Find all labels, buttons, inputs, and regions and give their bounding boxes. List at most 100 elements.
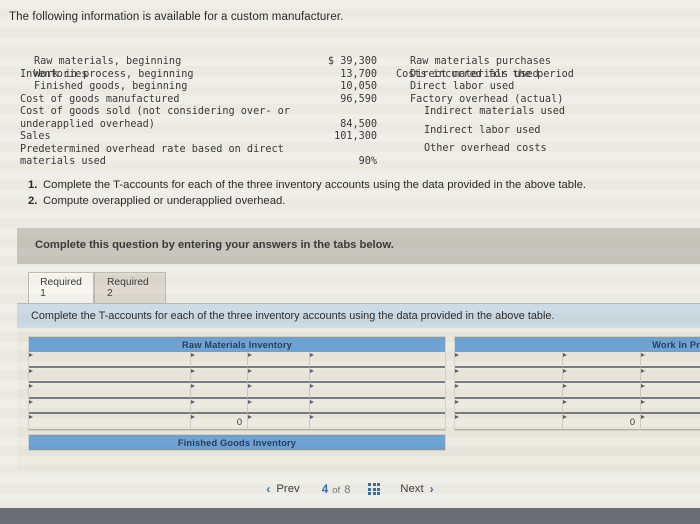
account-amount-input[interactable]: [563, 398, 641, 415]
source-data-table: Inventories Raw materials, beginning $ 39…: [0, 44, 700, 168]
account-row: [29, 367, 445, 384]
account-amount-input[interactable]: [563, 367, 641, 384]
data-table-row-value: 10,050: [340, 81, 377, 93]
account-amount-input[interactable]: 0: [191, 414, 248, 430]
account-label-input[interactable]: [248, 383, 310, 399]
account-label-input[interactable]: [455, 414, 563, 430]
account-label-input[interactable]: [248, 367, 310, 384]
requirements-list: 1. Complete the T-accounts for each of th…: [28, 178, 586, 209]
account-label-input[interactable]: [248, 398, 310, 415]
data-table-row-value: 96,590: [340, 93, 377, 105]
account-amount-input[interactable]: [191, 367, 248, 384]
prev-button[interactable]: ‹ Prev: [254, 482, 311, 496]
data-table-row: Work in process, beginning 13,700: [20, 69, 395, 81]
data-table-row-value: 84,500: [340, 118, 377, 130]
account-amount-input[interactable]: [310, 367, 445, 384]
question-instruction-text: Complete this question by entering your …: [35, 239, 394, 251]
account-row: 0: [455, 414, 700, 430]
account-amount-input[interactable]: 0: [563, 414, 641, 430]
account-label-input[interactable]: [455, 367, 563, 384]
account-label-input[interactable]: [29, 352, 191, 368]
total-pages-number: 8: [344, 483, 351, 496]
window-bottom-bar: [0, 508, 700, 524]
grid-view-icon[interactable]: [368, 483, 381, 495]
account-label-input[interactable]: [455, 398, 563, 415]
account-amount-input[interactable]: [191, 398, 248, 415]
data-table-row-label: Predetermined overhead rate based on dir…: [20, 143, 284, 155]
account-amount-input[interactable]: [310, 398, 445, 415]
data-table-row-label: underapplied overhead): [20, 118, 155, 130]
account-label-input[interactable]: [641, 414, 700, 430]
account-label-input[interactable]: [248, 414, 310, 430]
account-label-input[interactable]: [641, 383, 700, 399]
data-table-row-label: Indirect materials used: [424, 106, 566, 118]
inventories-heading: Inventories: [20, 44, 395, 80]
requirement-line: 2. Compute overapplied or underapplied ov…: [28, 194, 586, 210]
account-label-input[interactable]: [29, 398, 191, 415]
account-row: [455, 398, 700, 415]
next-button[interactable]: Next ›: [388, 482, 445, 496]
data-table-row: Indirect labor used: [396, 125, 696, 137]
account-label-input[interactable]: [455, 383, 563, 399]
of-label: of: [332, 484, 341, 496]
data-table-row-label: Factory overhead (actual): [410, 93, 564, 105]
tab-instruction-bar: Complete the T-accounts for each of the …: [17, 303, 700, 328]
data-table-row: Direct labor used: [396, 81, 696, 93]
account-row: [455, 383, 700, 399]
current-page-number: 4: [321, 482, 329, 496]
requirement-text: Complete the T-accounts for each of the …: [43, 179, 587, 191]
account-label-input[interactable]: [455, 352, 563, 368]
account-row: [29, 383, 445, 399]
costs-heading: Costs incurred for the period: [396, 44, 696, 80]
data-table-row: Cost of goods sold (not considering over…: [20, 106, 395, 118]
page-intro-text: The following information is available f…: [9, 11, 344, 23]
pagination-nav: ‹ Prev 4 of 8 Next ›: [0, 470, 700, 508]
data-table-row: Direct materials used: [396, 69, 696, 81]
account-label-input[interactable]: [29, 414, 191, 430]
data-table-row: Predetermined overhead rate based on dir…: [20, 144, 395, 156]
account-label-input[interactable]: [641, 398, 700, 415]
account-amount-input[interactable]: [563, 352, 641, 368]
tab-required-1[interactable]: Required 1: [28, 272, 94, 303]
finished-goods-inventory-account: Finished Goods Inventory: [28, 434, 446, 451]
account-label-input[interactable]: [641, 352, 700, 368]
account-amount-input[interactable]: [191, 383, 248, 399]
data-table-row-label: Direct materials used: [410, 68, 539, 80]
account-amount-input[interactable]: [563, 383, 641, 399]
data-table-row-value: 13,700: [340, 68, 377, 80]
prev-button-label: Prev: [276, 483, 300, 495]
t-accounts-worksheet: Raw Materials Inventory 0 Work In Proces…: [17, 328, 700, 470]
data-table-row-label: Cost of goods sold (not considering over…: [20, 106, 290, 118]
page-counter: 4 of 8: [312, 483, 361, 496]
data-table-row-label: Indirect labor used: [424, 124, 541, 136]
tab-instruction-text: Complete the T-accounts for each of the …: [31, 310, 555, 322]
data-table-row: Cost of goods manufactured 96,590: [20, 94, 395, 106]
account-row: 0: [29, 414, 445, 430]
work-in-process-inventory-account: Work In Process Inve 0: [454, 336, 700, 431]
data-table-row: Factory overhead (actual): [396, 94, 696, 106]
account-amount-input[interactable]: [310, 352, 445, 368]
work-in-process-inventory-header: Work In Process Inve: [455, 337, 700, 352]
data-table-row: Indirect materials used: [396, 106, 696, 118]
inventories-column: Inventories Raw materials, beginning $ 39…: [20, 44, 395, 168]
account-label-input[interactable]: [248, 352, 310, 368]
account-amount-input[interactable]: [191, 352, 248, 368]
account-row: [29, 398, 445, 415]
account-label-input[interactable]: [29, 367, 191, 384]
raw-materials-inventory-rows: 0: [29, 352, 445, 430]
next-button-label: Next: [400, 483, 424, 495]
data-table-row: Sales 101,300: [20, 131, 395, 143]
account-row: [455, 352, 700, 368]
data-table-row-value: $ 39,300: [327, 56, 377, 68]
account-row: [455, 367, 700, 384]
raw-materials-inventory-header: Raw Materials Inventory: [29, 337, 445, 352]
account-label-input[interactable]: [641, 367, 700, 384]
data-table-row: underapplied overhead) 84,500: [20, 119, 395, 131]
data-table-row: materials used 90%: [20, 156, 395, 168]
account-amount-input[interactable]: [310, 383, 445, 399]
tab-required-2[interactable]: Required 2: [94, 272, 166, 303]
data-table-row: Raw materials, beginning $ 39,300: [20, 56, 395, 68]
account-amount-input[interactable]: [310, 414, 445, 430]
account-label-input[interactable]: [29, 383, 191, 399]
requirement-number: 1.: [28, 179, 38, 191]
